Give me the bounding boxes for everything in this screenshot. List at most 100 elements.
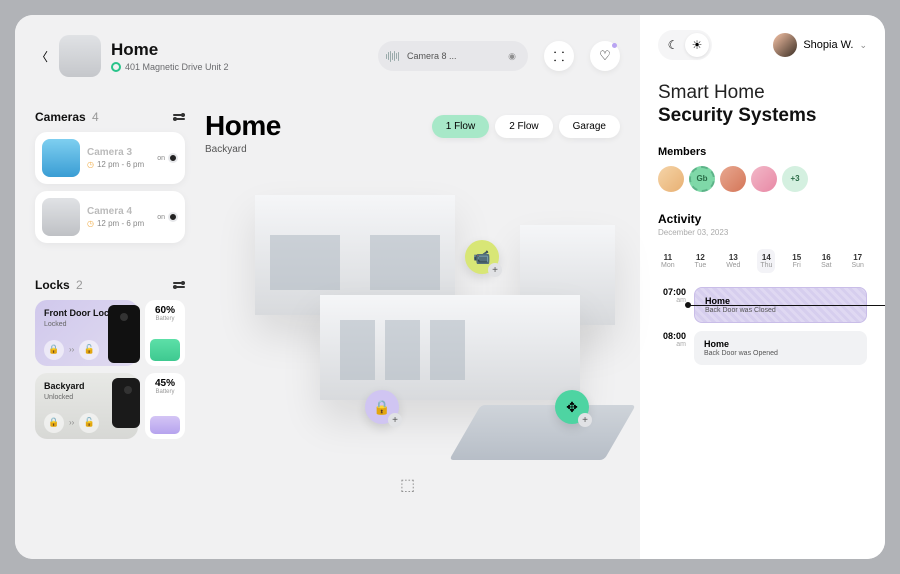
day-cell[interactable]: 13Wed xyxy=(723,249,743,273)
events: 07:00am Home Back Door was Closed 08:00a… xyxy=(658,287,867,365)
avatar xyxy=(773,33,797,57)
panel-title: Smart Home Security Systems xyxy=(658,82,867,128)
members-row: Gb +3 xyxy=(658,166,867,192)
location-pin-icon xyxy=(111,62,121,72)
sidebar: Cameras 4 Camera 3 ◷12 pm - 6 pm on Came… xyxy=(35,110,185,446)
event-time: 07:00 xyxy=(658,287,686,297)
battery-label: Battery xyxy=(150,316,180,322)
plus-icon: + xyxy=(578,413,592,427)
event-text: Back Door was Opened xyxy=(704,350,857,357)
battery-card[interactable]: 45%Battery xyxy=(145,373,185,439)
filter-chip[interactable]: 2 Flow xyxy=(495,115,552,138)
header-title-block: Home 401 Magnetic Drive Unit 2 xyxy=(111,40,229,72)
member-avatar[interactable] xyxy=(720,166,746,192)
page-title: Home xyxy=(111,40,229,60)
members-label: Members xyxy=(658,146,867,158)
search-pill[interactable]: Camera 8 ... ◉ xyxy=(378,41,528,71)
event-time: 08:00 xyxy=(658,331,686,341)
app-window: 〈 Home 401 Magnetic Drive Unit 2 Camera … xyxy=(15,15,885,559)
filter-chip[interactable]: 1 Flow xyxy=(432,115,489,138)
lock-card[interactable]: Front Door Lock Locked 🔒 ›› 🔓 xyxy=(35,300,138,366)
event-text: Back Door was Closed xyxy=(705,307,856,314)
address-text: 401 Magnetic Drive Unit 2 xyxy=(125,62,229,72)
camera-thumbnail xyxy=(42,139,80,177)
unlock-icon[interactable]: 🔓 xyxy=(79,413,99,433)
sun-icon[interactable]: ☀ xyxy=(685,33,709,57)
lock-device-image xyxy=(108,305,140,363)
day-cell[interactable]: 14Thu xyxy=(757,249,775,273)
day-cell[interactable]: 11Mon xyxy=(658,249,678,273)
plus-icon: + xyxy=(388,413,402,427)
activity-date: December 03, 2023 xyxy=(658,228,867,237)
day-cell[interactable]: 15Fri xyxy=(789,249,804,273)
filter-chip[interactable]: Garage xyxy=(559,115,620,138)
arrow-icon: ›› xyxy=(69,418,74,427)
search-label: Camera 8 ... xyxy=(407,51,496,61)
lock-icon[interactable]: 🔒 xyxy=(44,413,64,433)
filters: 1 Flow 2 Flow Garage xyxy=(432,115,620,138)
hotspot-camera[interactable]: 📹+ xyxy=(465,240,499,274)
member-more[interactable]: +3 xyxy=(782,166,808,192)
right-pane: ☾ ☀ Shopia W. ⌄ Smart Home Security Syst… xyxy=(640,15,885,559)
hotspot-lock[interactable]: 🔒+ xyxy=(365,390,399,424)
theme-toggle[interactable]: ☾ ☀ xyxy=(658,30,712,60)
waveform-icon xyxy=(386,51,399,62)
member-badge[interactable]: Gb xyxy=(689,166,715,192)
hotspot-sensor[interactable]: ✥+ xyxy=(555,390,589,424)
home-thumbnail[interactable] xyxy=(59,35,101,77)
battery-percent: 45% xyxy=(150,378,180,389)
header: 〈 Home 401 Magnetic Drive Unit 2 Camera … xyxy=(35,35,620,77)
battery-label: Battery xyxy=(150,389,180,395)
camera-time: ◷12 pm - 6 pm xyxy=(87,219,150,228)
day-cell[interactable]: 12Tue xyxy=(692,249,710,273)
arrow-icon: ›› xyxy=(69,345,74,354)
lock-device-image xyxy=(112,378,140,428)
fingerprint-icon: ◉ xyxy=(504,48,520,64)
camera-card[interactable]: Camera 4 ◷12 pm - 6 pm on xyxy=(35,191,185,243)
lock-card[interactable]: Backyard Unlocked 🔒 ›› 🔓 xyxy=(35,373,138,439)
member-avatar[interactable] xyxy=(658,166,684,192)
battery-card[interactable]: 60%Battery xyxy=(145,300,185,366)
right-header: ☾ ☀ Shopia W. ⌄ xyxy=(658,30,867,60)
battery-bar xyxy=(150,339,180,361)
main-title: Home xyxy=(205,110,281,142)
camera-card[interactable]: Camera 3 ◷12 pm - 6 pm on xyxy=(35,132,185,184)
event-name: Home xyxy=(704,339,857,349)
camera-thumbnail xyxy=(42,198,80,236)
house-render[interactable]: 📹+ 🔒+ ✥+ ⬚ xyxy=(200,165,620,505)
left-pane: 〈 Home 401 Magnetic Drive Unit 2 Camera … xyxy=(15,15,640,559)
timeline-line xyxy=(689,305,885,306)
camera-toggle[interactable]: on xyxy=(157,212,178,222)
address-row: 401 Magnetic Drive Unit 2 xyxy=(111,62,229,72)
calendar-days: 11Mon 12Tue 13Wed 14Thu 15Fri 16Sat 17Su… xyxy=(658,249,867,273)
settings-icon[interactable] xyxy=(173,279,185,291)
user-name: Shopia W. xyxy=(803,39,853,51)
rotate-3d-icon[interactable]: ⬚ xyxy=(400,475,420,495)
day-cell[interactable]: 16Sat xyxy=(818,249,835,273)
locks-section-label: Locks xyxy=(35,278,70,292)
unlock-icon[interactable]: 🔓 xyxy=(79,340,99,360)
battery-percent: 60% xyxy=(150,305,180,316)
camera-name: Camera 3 xyxy=(87,147,150,158)
cameras-count: 4 xyxy=(92,110,99,124)
event-row[interactable]: 07:00am Home Back Door was Closed xyxy=(658,287,867,323)
event-row[interactable]: 08:00am Home Back Door was Opened xyxy=(658,331,867,365)
moon-icon[interactable]: ☾ xyxy=(661,33,685,57)
back-button[interactable]: 〈 xyxy=(35,49,49,63)
plus-icon: + xyxy=(488,263,502,277)
lock-icon[interactable]: 🔒 xyxy=(44,340,64,360)
locks-count: 2 xyxy=(76,278,83,292)
apps-button[interactable]: ⸬ xyxy=(544,41,574,71)
battery-bar xyxy=(150,416,180,434)
camera-time: ◷12 pm - 6 pm xyxy=(87,160,150,169)
notifications-button[interactable]: ♡ xyxy=(590,41,620,71)
activity-label: Activity xyxy=(658,212,867,226)
settings-icon[interactable] xyxy=(173,111,185,123)
camera-name: Camera 4 xyxy=(87,206,150,217)
cameras-header: Cameras 4 xyxy=(35,110,185,124)
day-cell[interactable]: 17Sun xyxy=(848,249,866,273)
camera-toggle[interactable]: on xyxy=(157,153,178,163)
user-menu[interactable]: Shopia W. ⌄ xyxy=(773,33,867,57)
member-avatar[interactable] xyxy=(751,166,777,192)
main-subtitle: Backyard xyxy=(205,144,281,155)
